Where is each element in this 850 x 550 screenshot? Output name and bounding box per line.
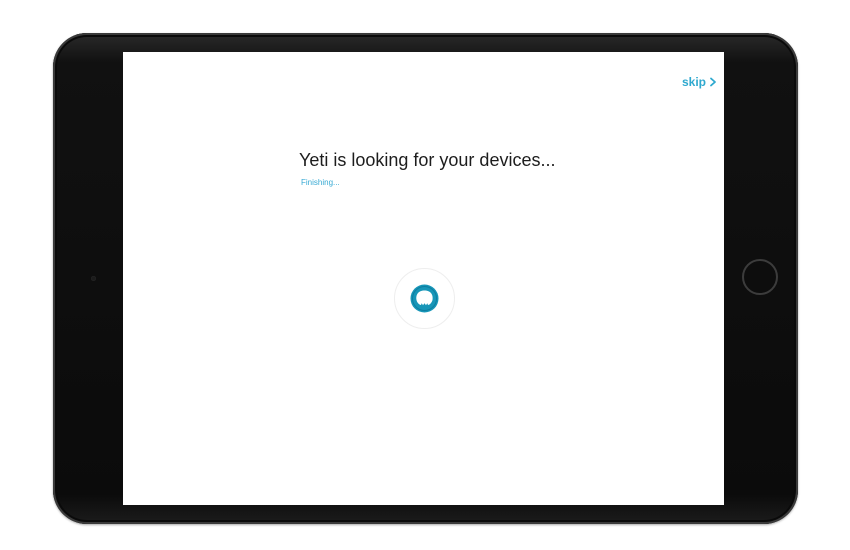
loading-spinner (393, 267, 456, 330)
skip-link[interactable]: skip (682, 75, 718, 89)
skip-label[interactable]: skip (682, 75, 706, 89)
yeti-loading-spinner-icon (394, 268, 455, 329)
status-text: Finishing... (301, 178, 340, 187)
page-heading: Yeti is looking for your devices... (299, 150, 556, 170)
chevron-right-icon[interactable] (708, 77, 718, 87)
device-screen: skip Yeti is looking for your devices...… (123, 52, 724, 505)
home-button[interactable] (742, 259, 778, 295)
front-camera (91, 276, 96, 281)
